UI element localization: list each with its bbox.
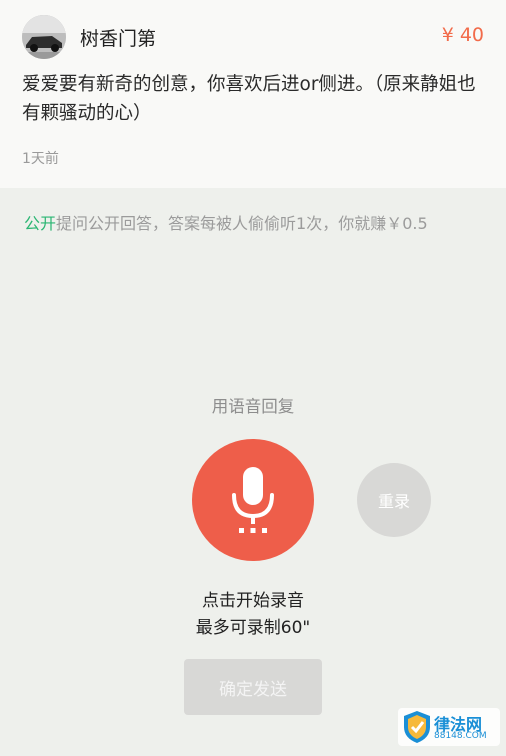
rerecord-button[interactable]: 重录 bbox=[357, 463, 431, 537]
price-label: ¥ 40 bbox=[441, 24, 484, 46]
microphone-icon bbox=[232, 467, 274, 533]
voice-reply-title: 用语音回复 bbox=[211, 397, 295, 416]
confirm-send-button[interactable]: 确定发送 bbox=[184, 659, 322, 715]
question-card: 树香门第 ¥ 40 爱爱要有新奇的创意，你喜欢后进or侧进。（原来静姐也有颗骚动… bbox=[0, 0, 506, 188]
avatar[interactable] bbox=[22, 15, 66, 59]
public-answer-note: 公开提问公开回答，答案每被人偷偷听1次，你就赚￥0.5 bbox=[24, 210, 494, 234]
shield-logo-icon bbox=[404, 711, 430, 743]
timestamp: 1天前 bbox=[22, 151, 59, 167]
public-highlight: 公开 bbox=[24, 214, 57, 233]
car-photo-avatar bbox=[22, 15, 66, 59]
watermark-url: 88148.COM bbox=[434, 731, 487, 741]
record-hint: 点击开始录音 bbox=[202, 591, 304, 611]
record-button[interactable] bbox=[192, 439, 314, 561]
question-text: 爱爱要有新奇的创意，你喜欢后进or侧进。（原来静姐也有颗骚动的心） bbox=[22, 74, 476, 124]
watermark: 律法网 88148.COM bbox=[398, 708, 500, 746]
username[interactable]: 树香门第 bbox=[80, 24, 156, 51]
public-note-text: 提问公开回答，答案每被人偷偷听1次，你就赚￥0.5 bbox=[56, 214, 428, 233]
record-limit-hint: 最多可录制60" bbox=[195, 618, 311, 638]
